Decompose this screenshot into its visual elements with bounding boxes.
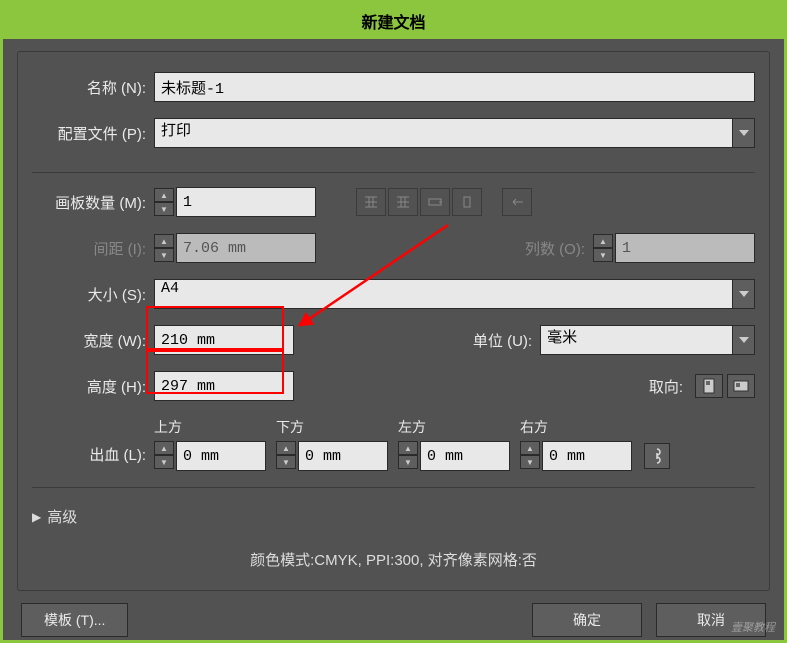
bleed-bottom-spinner: ▲ ▼: [276, 441, 296, 471]
bleed-bottom-down[interactable]: ▼: [276, 455, 296, 469]
grid-ltr-icon: [363, 195, 379, 209]
orientation-label: 取向:: [649, 376, 691, 397]
size-select[interactable]: A4: [154, 279, 733, 309]
spacing-input: [176, 233, 316, 263]
advanced-label: 高级: [47, 506, 77, 527]
bleed-top-down[interactable]: ▼: [154, 455, 174, 469]
triangle-right-icon: ▶: [32, 510, 41, 524]
units-label: 单位 (U):: [473, 330, 540, 351]
artboards-input[interactable]: [176, 187, 316, 217]
name-input[interactable]: [154, 72, 755, 102]
units-select[interactable]: 毫米: [540, 325, 733, 355]
orientation-landscape[interactable]: [727, 374, 755, 398]
height-label: 高度 (H):: [32, 376, 154, 397]
arrange-col-icon[interactable]: [452, 188, 482, 216]
watermark-text: 壹聚教程: [731, 619, 775, 635]
profile-row: 配置文件 (P): 打印: [32, 118, 755, 148]
artboards-up[interactable]: ▲: [154, 188, 174, 202]
spacing-up[interactable]: ▲: [154, 234, 174, 248]
height-input[interactable]: [154, 371, 294, 401]
color-mode-info: 颜色模式:CMYK, PPI:300, 对齐像素网格:否: [32, 549, 755, 570]
name-row: 名称 (N):: [32, 72, 755, 102]
dialog-frame: 新建文档 名称 (N): 配置文件 (P): 打印 画板数: [0, 0, 787, 643]
advanced-toggle[interactable]: ▶ 高级: [32, 502, 755, 531]
bleed-top-input[interactable]: [176, 441, 266, 471]
artboards-spinner: ▲ ▼: [154, 188, 174, 216]
bleed-left-label: 左方: [398, 417, 510, 437]
chevron-down-icon: [739, 291, 749, 297]
spacing-down[interactable]: ▼: [154, 248, 174, 262]
bleed-left-down[interactable]: ▼: [398, 455, 418, 469]
bleed-right-spinner: ▲ ▼: [520, 441, 540, 471]
width-input[interactable]: [154, 325, 294, 355]
chevron-down-icon: [739, 337, 749, 343]
bleed-right-input[interactable]: [542, 441, 632, 471]
chevron-down-icon: [739, 130, 749, 136]
columns-up[interactable]: ▲: [593, 234, 613, 248]
bleed-left-spinner: ▲ ▼: [398, 441, 418, 471]
bleed-bottom-label: 下方: [276, 417, 388, 437]
chain-icon: [651, 448, 663, 464]
size-dropdown-btn[interactable]: [733, 279, 755, 309]
bleed-right-label: 右方: [520, 417, 632, 437]
artboards-row: 画板数量 (M): ▲ ▼: [32, 187, 755, 217]
bleed-top-up[interactable]: ▲: [154, 441, 174, 455]
bleed-label: 出血 (L):: [32, 444, 154, 471]
profile-label: 配置文件 (P):: [32, 123, 154, 144]
width-units-row: 宽度 (W): 单位 (U): 毫米: [32, 325, 755, 355]
bleed-right-down[interactable]: ▼: [520, 455, 540, 469]
bleed-top-label: 上方: [154, 417, 266, 437]
divider: [32, 487, 755, 488]
columns-down[interactable]: ▼: [593, 248, 613, 262]
bleed-top-spinner: ▲ ▼: [154, 441, 174, 471]
size-label: 大小 (S):: [32, 284, 154, 305]
direction-rtl-icon[interactable]: [502, 188, 532, 216]
button-row: 模板 (T)... 确定 取消: [17, 603, 770, 637]
dialog-body: 名称 (N): 配置文件 (P): 打印 画板数量 (M): ▲: [3, 39, 784, 649]
spacing-spinner: ▲ ▼: [154, 234, 174, 262]
columns-label: 列数 (O):: [525, 238, 593, 259]
columns-spinner: ▲ ▼: [593, 234, 613, 262]
name-label: 名称 (N):: [32, 77, 154, 98]
bleed-right-up[interactable]: ▲: [520, 441, 540, 455]
divider: [32, 172, 755, 173]
template-button[interactable]: 模板 (T)...: [21, 603, 128, 637]
orientation-portrait[interactable]: [695, 374, 723, 398]
profile-dropdown-btn[interactable]: [733, 118, 755, 148]
columns-input: [615, 233, 755, 263]
width-label: 宽度 (W):: [32, 330, 154, 351]
bleed-bottom-input[interactable]: [298, 441, 388, 471]
row-ltr-icon: [427, 195, 443, 209]
arrange-grid-rtl-icon[interactable]: [388, 188, 418, 216]
artboards-label: 画板数量 (M):: [32, 192, 154, 213]
bleed-row: 出血 (L): 上方 ▲ ▼ 下方 ▲: [32, 417, 755, 471]
bleed-link-button[interactable]: [644, 443, 670, 469]
bleed-bottom-up[interactable]: ▲: [276, 441, 296, 455]
ok-button[interactable]: 确定: [532, 603, 642, 637]
col-icon: [459, 195, 475, 209]
arrange-grid-ltr-icon[interactable]: [356, 188, 386, 216]
grid-rtl-icon: [395, 195, 411, 209]
artboards-down[interactable]: ▼: [154, 202, 174, 216]
dialog-title: 新建文档: [3, 3, 784, 39]
units-dropdown-btn[interactable]: [733, 325, 755, 355]
settings-panel: 名称 (N): 配置文件 (P): 打印 画板数量 (M): ▲: [17, 51, 770, 591]
rtl-arrow-icon: [509, 195, 525, 209]
landscape-icon: [733, 380, 749, 392]
spacing-columns-row: 间距 (I): ▲ ▼ 列数 (O): ▲ ▼: [32, 233, 755, 263]
bleed-left-input[interactable]: [420, 441, 510, 471]
spacing-label: 间距 (I):: [32, 238, 154, 259]
profile-select[interactable]: 打印: [154, 118, 733, 148]
bleed-left-up[interactable]: ▲: [398, 441, 418, 455]
portrait-icon: [703, 378, 715, 394]
arrange-row-ltr-icon[interactable]: [420, 188, 450, 216]
height-orient-row: 高度 (H): 取向:: [32, 371, 755, 401]
size-row: 大小 (S): A4: [32, 279, 755, 309]
